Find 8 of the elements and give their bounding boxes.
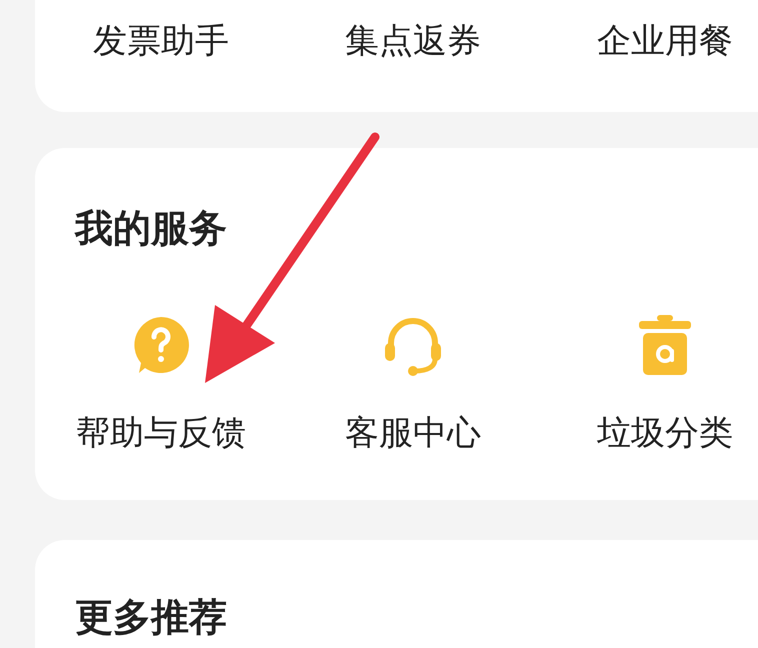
tool-label[interactable]: 发票助手 xyxy=(93,20,229,62)
service-label[interactable]: 垃圾分类 xyxy=(597,412,733,454)
section-title: 更多推荐 xyxy=(75,594,227,641)
tool-label[interactable]: 集点返券 xyxy=(345,20,481,62)
section-title: 我的服务 xyxy=(75,205,227,252)
tool-label[interactable]: 企业用餐 xyxy=(597,20,733,62)
service-label[interactable]: 客服中心 xyxy=(345,412,481,454)
service-label[interactable]: 帮助与反馈 xyxy=(76,412,246,454)
